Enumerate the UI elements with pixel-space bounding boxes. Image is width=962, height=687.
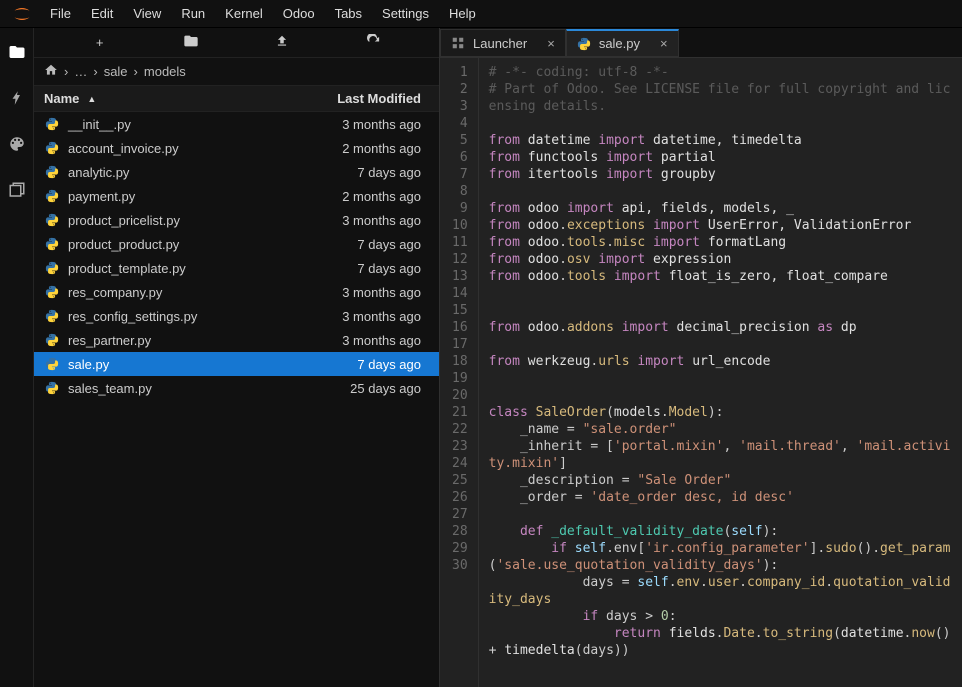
side-dock: [0, 28, 34, 687]
file-modified-label: 2 months ago: [299, 189, 439, 204]
file-row[interactable]: sales_team.py25 days ago: [34, 376, 439, 400]
menu-file[interactable]: File: [40, 2, 81, 25]
file-modified-label: 3 months ago: [299, 213, 439, 228]
file-name-label: payment.py: [68, 189, 299, 204]
file-name-label: analytic.py: [68, 165, 299, 180]
python-icon: [44, 140, 60, 156]
breadcrumb-part[interactable]: models: [144, 64, 186, 79]
launcher-icon: [451, 36, 465, 50]
file-row[interactable]: product_pricelist.py3 months ago: [34, 208, 439, 232]
file-name-label: sale.py: [68, 357, 299, 372]
python-icon: [44, 308, 60, 324]
menu-help[interactable]: Help: [439, 2, 486, 25]
file-browser: + › … › sale › models: [34, 28, 440, 687]
new-launcher-button[interactable]: +: [84, 35, 116, 50]
file-name-label: res_partner.py: [68, 333, 299, 348]
file-list-header: Name ▲ Last Modified: [34, 86, 439, 112]
breadcrumb-sep: ›: [64, 64, 68, 79]
python-icon: [44, 380, 60, 396]
file-list: __init__.py3 months agoaccount_invoice.p…: [34, 112, 439, 687]
sort-indicator-icon: ▲: [87, 94, 96, 104]
line-gutter: 1234567891011121314151617181920212223242…: [440, 58, 479, 687]
breadcrumb-sep: ›: [93, 64, 97, 79]
menu-odoo[interactable]: Odoo: [273, 2, 325, 25]
menu-tabs[interactable]: Tabs: [325, 2, 372, 25]
file-modified-label: 3 months ago: [299, 117, 439, 132]
code-editor[interactable]: 1234567891011121314151617181920212223242…: [440, 58, 962, 687]
python-icon: [44, 164, 60, 180]
header-modified-column[interactable]: Last Modified: [299, 91, 439, 106]
file-modified-label: 7 days ago: [299, 165, 439, 180]
file-browser-toolbar: +: [34, 28, 439, 58]
code-content[interactable]: # -*- coding: utf-8 -*-# Part of Odoo. S…: [479, 58, 962, 687]
file-row[interactable]: sale.py7 days ago: [34, 352, 439, 376]
python-icon: [44, 188, 60, 204]
file-row[interactable]: analytic.py7 days ago: [34, 160, 439, 184]
file-modified-label: 25 days ago: [299, 381, 439, 396]
new-folder-button[interactable]: [175, 33, 207, 52]
python-icon: [44, 356, 60, 372]
file-name-label: __init__.py: [68, 117, 299, 132]
tab-bar: Launcher × sale.py ×: [440, 28, 962, 58]
file-name-label: product_template.py: [68, 261, 299, 276]
breadcrumb: › … › sale › models: [34, 58, 439, 86]
file-name-label: res_config_settings.py: [68, 309, 299, 324]
folder-icon[interactable]: [2, 36, 32, 68]
file-modified-label: 7 days ago: [299, 261, 439, 276]
file-row[interactable]: product_template.py7 days ago: [34, 256, 439, 280]
python-icon: [577, 37, 591, 51]
menu-edit[interactable]: Edit: [81, 2, 123, 25]
file-row[interactable]: payment.py2 months ago: [34, 184, 439, 208]
file-name-label: sales_team.py: [68, 381, 299, 396]
tab-label: sale.py: [599, 36, 640, 51]
python-icon: [44, 260, 60, 276]
python-icon: [44, 212, 60, 228]
close-icon[interactable]: ×: [547, 36, 555, 51]
file-modified-label: 3 months ago: [299, 309, 439, 324]
jupyter-logo-icon[interactable]: [10, 2, 34, 26]
file-row[interactable]: __init__.py3 months ago: [34, 112, 439, 136]
breadcrumb-part[interactable]: sale: [104, 64, 128, 79]
file-modified-label: 7 days ago: [299, 357, 439, 372]
refresh-button[interactable]: [357, 34, 389, 52]
tab-launcher[interactable]: Launcher ×: [440, 29, 566, 57]
menu-run[interactable]: Run: [171, 2, 215, 25]
python-icon: [44, 284, 60, 300]
file-row[interactable]: res_partner.py3 months ago: [34, 328, 439, 352]
file-name-label: product_pricelist.py: [68, 213, 299, 228]
tab-label: Launcher: [473, 36, 527, 51]
python-icon: [44, 236, 60, 252]
file-row[interactable]: res_config_settings.py3 months ago: [34, 304, 439, 328]
file-name-label: res_company.py: [68, 285, 299, 300]
header-name-column[interactable]: Name ▲: [34, 91, 299, 106]
file-row[interactable]: product_product.py7 days ago: [34, 232, 439, 256]
file-name-label: account_invoice.py: [68, 141, 299, 156]
file-modified-label: 3 months ago: [299, 285, 439, 300]
file-modified-label: 3 months ago: [299, 333, 439, 348]
home-icon[interactable]: [44, 63, 58, 80]
file-row[interactable]: account_invoice.py2 months ago: [34, 136, 439, 160]
python-icon: [44, 116, 60, 132]
python-icon: [44, 332, 60, 348]
menu-kernel[interactable]: Kernel: [215, 2, 273, 25]
file-modified-label: 2 months ago: [299, 141, 439, 156]
editor-area: Launcher × sale.py × 1234567891011121314151…: [440, 28, 962, 687]
tabs-icon[interactable]: [2, 174, 32, 206]
file-name-label: product_product.py: [68, 237, 299, 252]
menubar: FileEditViewRunKernelOdooTabsSettingsHel…: [0, 0, 962, 28]
upload-button[interactable]: [266, 34, 298, 51]
file-row[interactable]: res_company.py3 months ago: [34, 280, 439, 304]
tab-sale-py[interactable]: sale.py ×: [566, 29, 679, 57]
close-icon[interactable]: ×: [660, 36, 668, 51]
breadcrumb-sep: ›: [134, 64, 138, 79]
menu-view[interactable]: View: [123, 2, 171, 25]
file-modified-label: 7 days ago: [299, 237, 439, 252]
breadcrumb-part[interactable]: …: [74, 64, 87, 79]
menu-settings[interactable]: Settings: [372, 2, 439, 25]
running-icon[interactable]: [2, 82, 32, 114]
palette-icon[interactable]: [2, 128, 32, 160]
